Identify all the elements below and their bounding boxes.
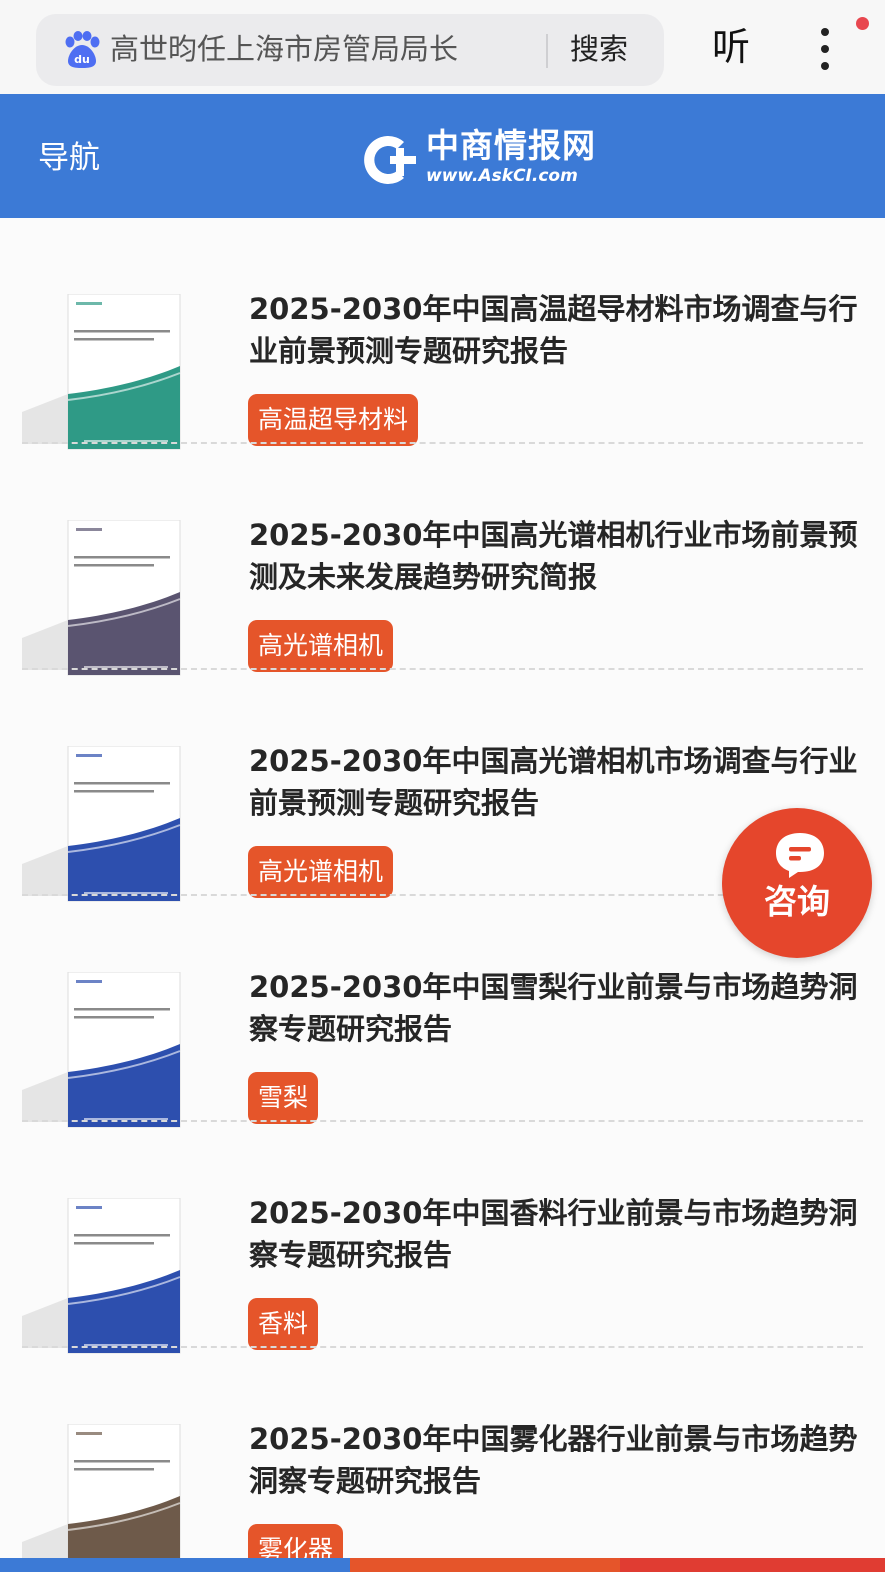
consult-button[interactable]: 咨询	[722, 808, 872, 958]
search-divider	[546, 34, 548, 68]
report-title[interactable]: 2025-2030年中国高光谱相机市场调查与行业前景预测专题研究报告	[249, 740, 859, 824]
bottom-color-bar	[0, 1558, 885, 1572]
report-item[interactable]: 2025-2030年中国雾化器行业前景与市场趋势洞察专题研究报告 雾化器	[0, 1348, 885, 1572]
search-query[interactable]: 高世昀任上海市房管局局长	[110, 26, 458, 72]
report-item[interactable]: 2025-2030年中国香料行业前景与市场趋势洞察专题研究报告 香料	[0, 1122, 885, 1354]
more-menu-icon[interactable]	[810, 26, 840, 72]
nav-button[interactable]: 导航	[38, 138, 100, 178]
report-title[interactable]: 2025-2030年中国香料行业前景与市场趋势洞察专题研究报告	[249, 1192, 859, 1276]
listen-button[interactable]: 听	[712, 22, 750, 72]
site-header: 导航 中商情报网 www.AskCI.com	[0, 94, 885, 218]
report-title[interactable]: 2025-2030年中国高光谱相机行业市场前景预测及未来发展趋势研究简报	[249, 514, 859, 598]
consult-label: 咨询	[764, 882, 830, 921]
report-item[interactable]: 2025-2030年中国高温超导材料市场调查与行业前景预测专题研究报告 高温超导…	[0, 218, 885, 450]
search-button[interactable]: 搜索	[570, 26, 628, 72]
notification-dot	[856, 17, 869, 30]
report-cover	[22, 972, 184, 1132]
report-title[interactable]: 2025-2030年中国高温超导材料市场调查与行业前景预测专题研究报告	[249, 288, 859, 372]
report-cover	[22, 520, 184, 680]
logo-name: 中商情报网	[426, 126, 596, 165]
report-title[interactable]: 2025-2030年中国雾化器行业前景与市场趋势洞察专题研究报告	[249, 1418, 859, 1502]
chat-bubble-icon	[776, 833, 824, 878]
report-cover	[22, 294, 184, 454]
report-tag[interactable]: 高光谱相机	[248, 620, 394, 672]
report-cover	[22, 1198, 184, 1358]
browser-search-bar: du 高世昀任上海市房管局局长 搜索 听	[0, 0, 885, 94]
report-tag[interactable]: 香料	[248, 1298, 319, 1350]
baidu-paw-icon: du	[65, 31, 100, 68]
report-cover	[22, 746, 184, 906]
svg-text:du: du	[74, 53, 90, 66]
askci-logo-icon	[364, 136, 416, 184]
report-item[interactable]: 2025-2030年中国高光谱相机行业市场前景预测及未来发展趋势研究简报 高光谱…	[0, 444, 885, 676]
report-tag[interactable]: 高温超导材料	[248, 394, 419, 446]
report-tag[interactable]: 高光谱相机	[248, 846, 394, 898]
report-cover	[22, 1424, 184, 1572]
logo-url: www.AskCI.com	[426, 166, 578, 186]
report-title[interactable]: 2025-2030年中国雪梨行业前景与市场趋势洞察专题研究报告	[249, 966, 859, 1050]
site-logo[interactable]: 中商情报网 www.AskCI.com	[360, 126, 620, 192]
report-tag[interactable]: 雪梨	[248, 1072, 319, 1124]
search-box[interactable]: du 高世昀任上海市房管局局长 搜索	[36, 14, 664, 86]
